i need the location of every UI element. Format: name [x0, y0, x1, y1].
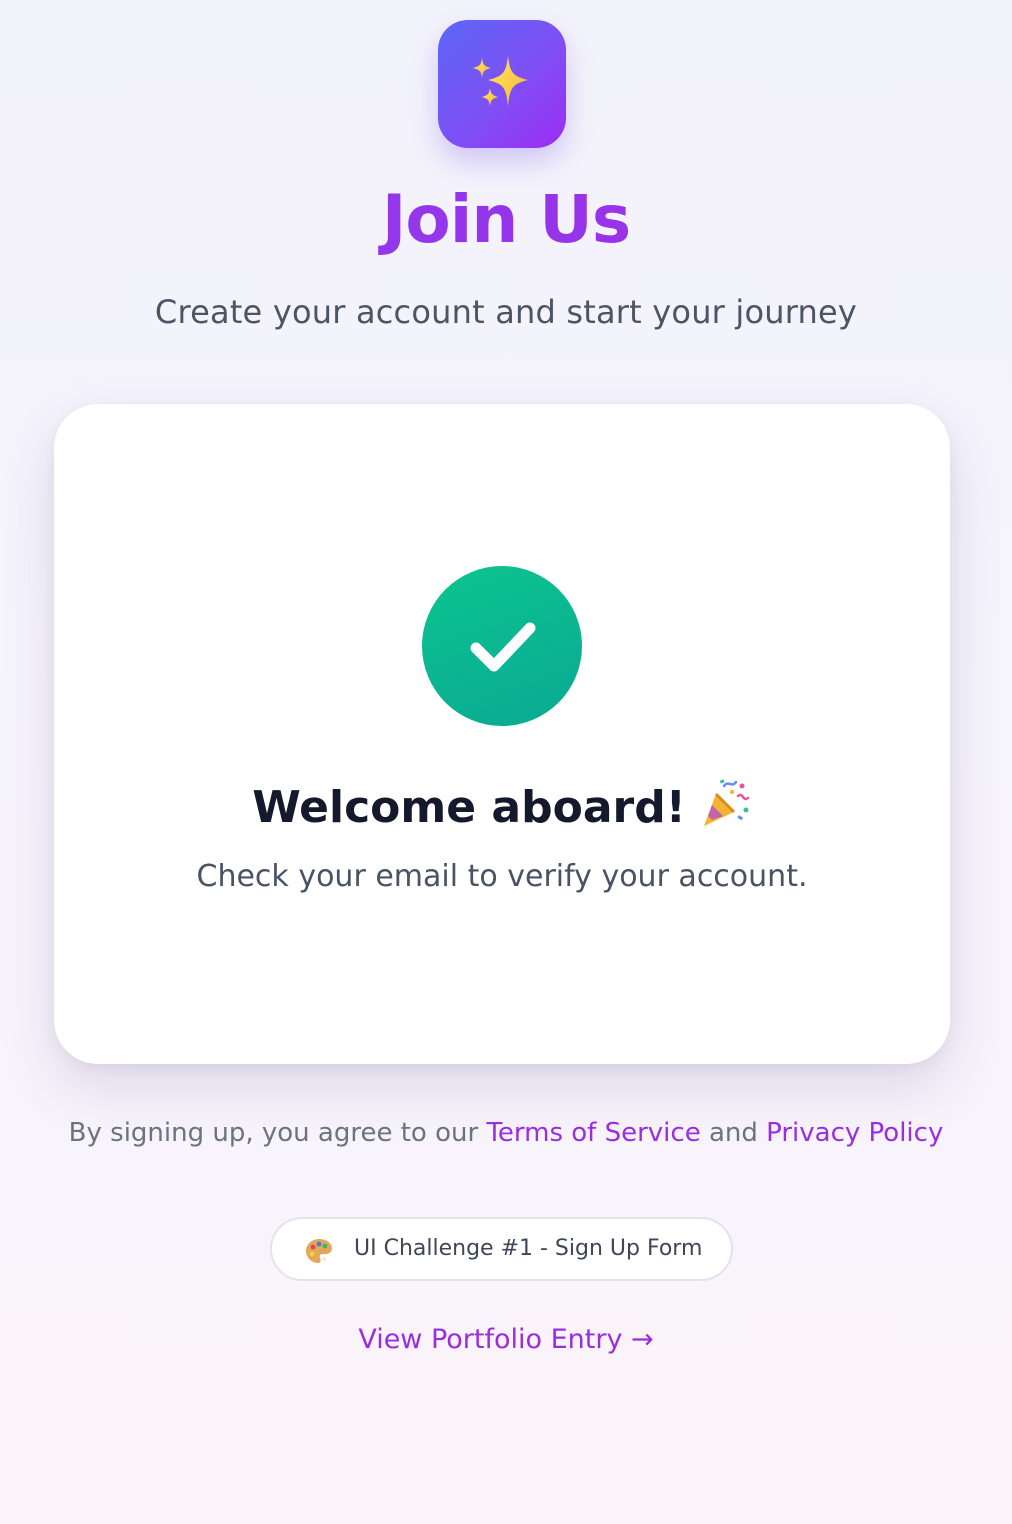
- terms-of-service-link[interactable]: Terms of Service: [486, 1118, 700, 1148]
- sparkles-icon: [473, 56, 528, 106]
- party-popper-icon: [703, 779, 750, 826]
- terms-joiner: and: [700, 1118, 767, 1148]
- terms-notice: By signing up, you agree to our Terms of…: [0, 1114, 1012, 1152]
- success-card: Welcome aboard! Check your email to veri…: [54, 404, 950, 1064]
- app-logo: [438, 20, 566, 148]
- view-portfolio-link[interactable]: View Portfolio Entry →: [0, 1320, 1012, 1360]
- privacy-policy-link[interactable]: Privacy Policy: [766, 1118, 943, 1148]
- palette-icon: [306, 1239, 332, 1263]
- challenge-badge: UI Challenge #1 - Sign Up Form: [270, 1217, 733, 1281]
- terms-prefix: By signing up, you agree to our: [68, 1118, 487, 1148]
- challenge-badge-label: UI Challenge #1 - Sign Up Form: [354, 1236, 703, 1261]
- page-title: Join Us: [0, 178, 1012, 262]
- welcome-heading: Welcome aboard!: [54, 776, 950, 837]
- check-icon: [470, 622, 536, 672]
- welcome-heading-text: Welcome aboard!: [252, 782, 686, 833]
- success-badge: [422, 566, 582, 726]
- page-subtitle: Create your account and start your journ…: [154, 293, 858, 331]
- verify-message: Check your email to verify your account.: [196, 859, 808, 894]
